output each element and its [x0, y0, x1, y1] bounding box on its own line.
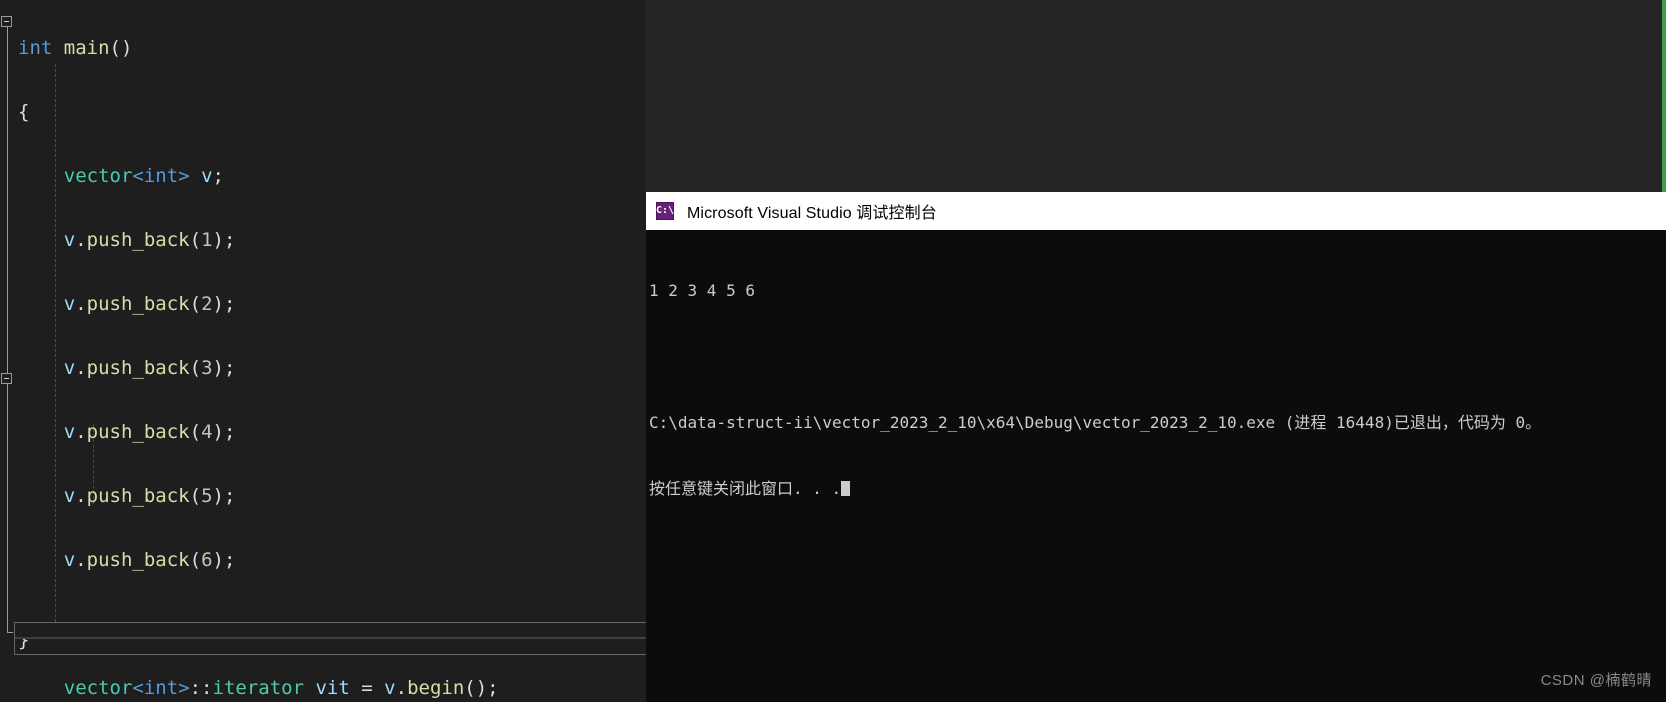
editor-code-text[interactable]: int main() { vector<int> v; v.push_back(… — [18, 0, 646, 702]
code-line-11: vector<int>::iterator vit = v.begin(); — [63, 677, 499, 699]
shell-accent-edge — [1662, 0, 1666, 192]
console-title-label: Microsoft Visual Studio 调试控制台 — [687, 205, 937, 222]
editor-outlining-gutter[interactable] — [0, 0, 18, 702]
code-line-5: v.push_back(2); — [63, 293, 236, 315]
code-line-8: v.push_back(5); — [63, 485, 236, 507]
console-prompt-text: 按任意键关闭此窗口. . . — [649, 479, 842, 498]
code-line-6: v.push_back(3); — [63, 357, 236, 379]
editor-frame-left-edge — [14, 622, 15, 655]
debug-console-window[interactable]: C:\ Microsoft Visual Studio 调试控制台 1 2 3 … — [646, 192, 1666, 702]
console-output-line: C:\data-struct-ii\vector_2023_2_10\x64\D… — [649, 413, 1542, 432]
fold-end-tick — [7, 632, 13, 633]
code-line-1: int main() — [18, 37, 133, 59]
console-output-line: 1 2 3 4 5 6 — [649, 281, 755, 300]
code-line-4: v.push_back(1); — [63, 229, 236, 251]
code-line-2: { — [18, 101, 30, 123]
editor-horizontal-scrollbar[interactable] — [14, 622, 646, 639]
console-app-icon: C:\ — [656, 202, 674, 220]
editor-scrollbar-thumb[interactable] — [15, 623, 646, 637]
collapse-main-icon[interactable] — [1, 16, 12, 27]
console-cursor — [841, 481, 851, 496]
fold-rule-main — [7, 27, 8, 373]
code-line-7: v.push_back(4); — [63, 421, 236, 443]
editor-frame-bottom-edge — [14, 654, 646, 655]
console-title-bar[interactable]: C:\ Microsoft Visual Studio 调试控制台 — [646, 192, 1666, 230]
csdn-watermark: CSDN @楠鹤晴 — [1540, 672, 1652, 689]
console-output-area[interactable]: 1 2 3 4 5 6 C:\data-struct-ii\vector_202… — [646, 230, 1666, 702]
fold-rule-while — [7, 384, 8, 632]
console-output-line: 按任意键关闭此窗口. . . — [649, 478, 1666, 500]
code-line-3: vector<int> v; — [63, 165, 224, 187]
console-output-blank — [649, 346, 1666, 368]
code-line-9: v.push_back(6); — [63, 549, 236, 571]
collapse-while-icon[interactable] — [1, 373, 12, 384]
code-editor-pane[interactable]: int main() { vector<int> v; v.push_back(… — [0, 0, 646, 702]
